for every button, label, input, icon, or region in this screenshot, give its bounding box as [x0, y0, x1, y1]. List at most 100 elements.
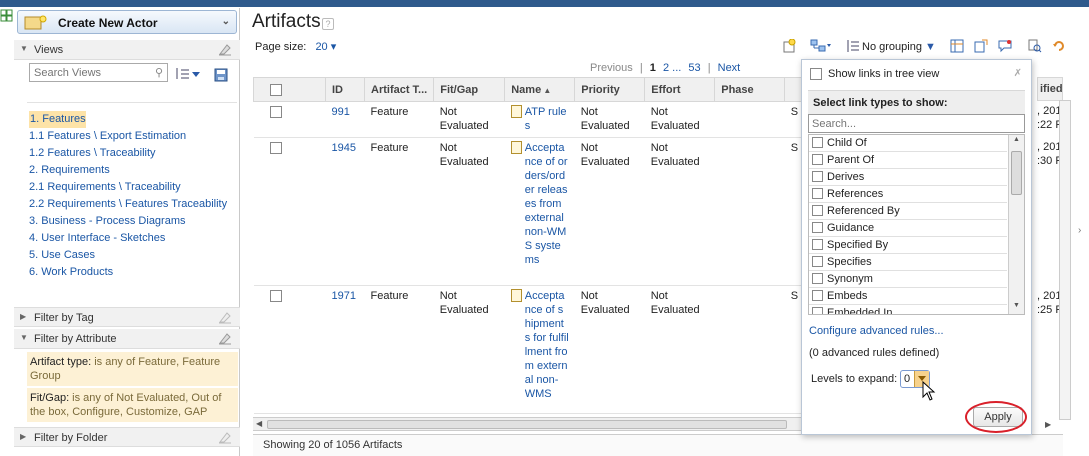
new-artifact-icon[interactable] — [782, 39, 796, 53]
apps-grid-icon[interactable] — [0, 9, 13, 22]
create-new-actor-button[interactable]: Create New Actor ⌄ — [17, 10, 237, 34]
link-type-item[interactable]: References — [809, 186, 1007, 203]
link-type-item[interactable]: Referenced By — [809, 203, 1007, 220]
help-icon[interactable]: ? — [322, 18, 334, 30]
artifact-id-link[interactable]: 991 — [332, 106, 350, 118]
link-type-checkbox[interactable] — [812, 154, 823, 165]
find-icon[interactable] — [1028, 39, 1042, 53]
chevron-down-icon[interactable]: ⌄ — [222, 16, 230, 27]
eraser-icon[interactable] — [218, 311, 232, 324]
vertical-scrollbar[interactable] — [1059, 100, 1071, 420]
link-type-item[interactable]: Specifies — [809, 254, 1007, 271]
link-type-checkbox[interactable] — [812, 188, 823, 199]
column-header-fit-gap[interactable]: Fit/Gap — [433, 77, 506, 102]
refresh-icon[interactable] — [1052, 39, 1066, 53]
columns-icon[interactable] — [950, 39, 964, 53]
expand-triangle-icon[interactable]: ▶ — [20, 312, 26, 321]
grouping-icon[interactable] — [846, 39, 860, 53]
link-type-checkbox[interactable] — [812, 205, 823, 216]
view-item[interactable]: 2.2 Requirements \ Features Traceability — [29, 196, 239, 213]
view-item[interactable]: 1.1 Features \ Export Estimation — [29, 128, 239, 145]
show-links-checkbox[interactable] — [810, 68, 822, 81]
link-type-checkbox[interactable] — [812, 137, 823, 148]
link-type-item[interactable]: Parent Of — [809, 152, 1007, 169]
view-item[interactable]: 2. Requirements — [29, 162, 239, 179]
column-header-artifact-type[interactable]: Artifact T... — [363, 77, 435, 102]
artifact-id-link[interactable]: 1971 — [332, 290, 356, 302]
view-item[interactable]: 4. User Interface - Sketches — [29, 230, 239, 247]
view-item[interactable]: 5. Use Cases — [29, 247, 239, 264]
table-row[interactable]: 1971 Feature Not Evaluated Acceptance of… — [253, 285, 805, 414]
artifact-name-link[interactable]: Acceptance of orders/order releases from… — [525, 141, 569, 267]
eraser-icon[interactable] — [218, 332, 232, 345]
column-header-name[interactable]: Name ▲ — [504, 77, 576, 102]
link-type-item[interactable]: Guidance — [809, 220, 1007, 237]
artifact-name-link[interactable]: Acceptance of shipments for fulfillment … — [525, 289, 569, 401]
view-item[interactable]: 1.2 Features \ Traceability — [29, 145, 239, 162]
views-section-header[interactable]: ▼ Views — [14, 40, 240, 60]
link-type-checkbox[interactable] — [812, 239, 823, 250]
row-checkbox[interactable] — [269, 290, 282, 303]
filter-by-tag-header[interactable]: ▶ Filter by Tag — [14, 307, 240, 327]
search-views-input[interactable] — [29, 63, 168, 82]
artifact-name-link[interactable]: ATP rules — [525, 105, 569, 133]
pager-next[interactable]: Next — [718, 62, 741, 74]
filter-by-folder-header[interactable]: ▶ Filter by Folder — [14, 427, 240, 447]
column-header-priority[interactable]: Priority — [574, 77, 646, 102]
scroll-left-icon[interactable]: ◀ — [256, 419, 262, 428]
expand-triangle-icon[interactable]: ▶ — [20, 432, 26, 441]
pager-page-link[interactable]: 2 — [663, 62, 669, 74]
collapse-triangle-icon[interactable]: ▼ — [20, 44, 28, 53]
collapse-triangle-icon[interactable]: ▼ — [20, 333, 28, 342]
table-row[interactable]: 1945 Feature Not Evaluated Acceptance of… — [253, 137, 805, 286]
sort-list-icon[interactable] — [175, 67, 201, 81]
column-header-phase[interactable]: Phase — [714, 77, 786, 102]
filter-fit-gap[interactable]: Fit/Gap: is any of Not Evaluated, Out of… — [27, 388, 238, 422]
scrollbar-thumb[interactable] — [1011, 151, 1022, 195]
configure-advanced-rules-link[interactable]: Configure advanced rules... — [809, 325, 944, 337]
column-header-effort[interactable]: Effort — [644, 77, 716, 102]
row-checkbox[interactable] — [269, 106, 282, 119]
eraser-icon[interactable] — [218, 43, 232, 56]
filter-by-attribute-header[interactable]: ▼ Filter by Attribute — [14, 329, 240, 349]
close-icon[interactable]: ✗ — [1014, 68, 1022, 79]
view-item[interactable]: 3. Business - Process Diagrams — [29, 213, 239, 230]
link-type-checkbox[interactable] — [812, 290, 823, 301]
horizontal-scrollbar[interactable]: ◀ — [253, 417, 801, 431]
scroll-up-icon[interactable]: ▲ — [1013, 136, 1020, 143]
view-item-selected[interactable]: 1. Features — [29, 111, 86, 128]
link-list-scrollbar[interactable]: ▲ ▼ — [1008, 135, 1024, 314]
table-row[interactable]: 991 Feature Not Evaluated ATP rules Not … — [253, 101, 805, 138]
link-type-checkbox[interactable] — [812, 307, 823, 314]
view-item[interactable]: 6. Work Products — [29, 264, 239, 281]
link-types-search-input[interactable] — [808, 114, 1025, 133]
save-icon[interactable] — [214, 68, 228, 82]
link-type-item[interactable]: Synonym — [809, 271, 1007, 288]
link-type-item[interactable]: Child Of — [809, 135, 1007, 152]
search-icon[interactable]: ⚲ — [155, 66, 163, 79]
grouping-dropdown[interactable]: No grouping ▼ — [862, 41, 936, 53]
link-type-item[interactable]: Derives — [809, 169, 1007, 186]
column-header-id[interactable]: ID — [325, 77, 365, 102]
export-icon[interactable] — [974, 39, 988, 53]
pager-last-page[interactable]: 53 — [688, 62, 700, 74]
row-checkbox[interactable] — [269, 142, 282, 155]
scroll-right-icon[interactable]: ▶ — [1045, 420, 1051, 429]
scrollbar-thumb[interactable] — [267, 420, 787, 429]
select-all-checkbox[interactable] — [270, 83, 282, 96]
link-type-checkbox[interactable] — [812, 256, 823, 267]
show-links-option[interactable]: Show links in tree view — [810, 68, 939, 81]
link-type-item[interactable]: Embeds — [809, 288, 1007, 305]
link-type-item[interactable]: Specified By — [809, 237, 1007, 254]
tree-view-icon[interactable] — [810, 39, 832, 53]
link-type-checkbox[interactable] — [812, 171, 823, 182]
view-item[interactable]: 2.1 Requirements \ Traceability — [29, 179, 239, 196]
page-size-dropdown[interactable]: 20 ▾ — [315, 41, 336, 53]
comment-icon[interactable] — [998, 39, 1012, 53]
chevron-right-icon[interactable]: › — [1078, 225, 1081, 236]
link-type-checkbox[interactable] — [812, 273, 823, 284]
link-type-item[interactable]: Embedded In — [809, 305, 1007, 314]
scroll-down-icon[interactable]: ▼ — [1013, 302, 1020, 309]
column-header-modified[interactable]: ified... — [1037, 77, 1063, 101]
artifact-id-link[interactable]: 1945 — [332, 142, 356, 154]
